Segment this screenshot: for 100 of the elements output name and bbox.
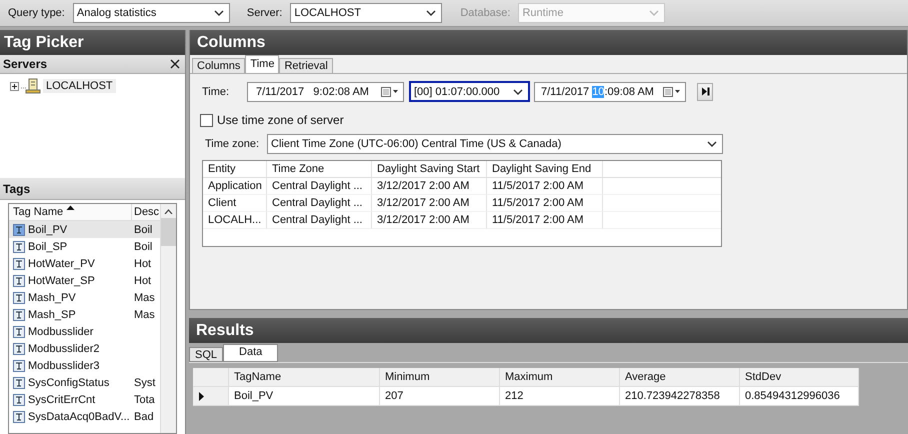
field-label: Time: bbox=[202, 86, 230, 98]
tag-name: SysDataAcq0BadV... bbox=[28, 410, 130, 422]
table-cell: 11/5/2017 2:00 AM bbox=[487, 178, 603, 195]
list-row[interactable]: SysCritErrCnt Tota bbox=[9, 391, 160, 408]
list-row[interactable]: Modbusslider bbox=[9, 323, 160, 340]
list-row[interactable]: Modbusslider3 bbox=[9, 357, 160, 374]
table-cell: Boil_PV bbox=[229, 387, 380, 406]
panel-title: Columns bbox=[190, 30, 907, 55]
table-cell: Central Daylight ... bbox=[267, 178, 372, 195]
list-row[interactable]: Modbusslider2 bbox=[9, 340, 160, 357]
scroll-thumb[interactable] bbox=[161, 218, 176, 246]
field-label: Time zone: bbox=[204, 138, 260, 150]
tag-name: Modbusslider2 bbox=[28, 342, 100, 354]
duration-dropdown[interactable]: [00] 01:07:00.000 bbox=[409, 81, 530, 102]
list-row[interactable]: HotWater_PV Hot bbox=[9, 255, 160, 272]
field-label: Query type: bbox=[8, 7, 65, 19]
table-cell: Central Daylight ... bbox=[267, 212, 372, 229]
table-cell: Application bbox=[203, 178, 267, 195]
tag-description: Boil bbox=[134, 240, 152, 252]
table-cell: 207 bbox=[380, 387, 500, 406]
checkbox[interactable] bbox=[200, 114, 213, 126]
tab[interactable]: Retrieval bbox=[279, 58, 333, 73]
column-header[interactable]: Average bbox=[620, 368, 740, 387]
scrollbar[interactable] bbox=[160, 204, 176, 433]
sort-ascending-icon bbox=[66, 205, 75, 210]
tab[interactable]: Data bbox=[223, 344, 278, 362]
list-row[interactable]: Boil_PV Boil bbox=[9, 221, 160, 238]
scroll-up-icon bbox=[164, 209, 173, 214]
tag-name: Mash_SP bbox=[28, 308, 76, 320]
chevron-down-icon bbox=[426, 10, 436, 16]
skip-to-end-icon bbox=[700, 87, 710, 96]
tag-description: Hot bbox=[134, 258, 152, 270]
tag-name: Modbusslider bbox=[28, 326, 94, 338]
column-header[interactable]: TagName bbox=[229, 368, 380, 387]
chevron-down-icon bbox=[649, 10, 660, 16]
panel-title: Results bbox=[189, 318, 908, 343]
list-row[interactable]: SysDataAcq0BadV... Bad bbox=[9, 408, 160, 425]
list-row[interactable]: Mash_SP Mas bbox=[9, 306, 160, 323]
tab[interactable]: Time bbox=[245, 55, 280, 73]
column-header[interactable]: StdDev bbox=[740, 368, 859, 387]
section-title: Servers bbox=[3, 57, 48, 71]
column-header[interactable]: Minimum bbox=[380, 368, 500, 387]
column-header[interactable]: Daylight Saving End bbox=[487, 161, 603, 178]
chevron-down-icon bbox=[214, 10, 224, 16]
section-title: Tags bbox=[3, 182, 30, 196]
dropdown[interactable]: LOCALHOST bbox=[290, 3, 442, 23]
table-cell: 210.723942278358 bbox=[620, 387, 740, 406]
chevron-down-icon bbox=[707, 141, 717, 147]
tag-description: Mas bbox=[134, 308, 155, 320]
tab[interactable]: SQL bbox=[189, 347, 224, 362]
date-time-picker[interactable]: 7/11/2017 10:09:08 AM bbox=[534, 82, 686, 102]
column-header[interactable]: Daylight Saving Start bbox=[372, 161, 487, 178]
tag-description: Hot bbox=[134, 274, 152, 286]
panel-title: Tag Picker bbox=[0, 30, 185, 55]
dropdown: Runtime bbox=[518, 3, 666, 23]
table-cell: 11/5/2017 2:00 AM bbox=[487, 212, 603, 229]
field-label: Server: bbox=[246, 7, 282, 19]
column-header[interactable]: Entity bbox=[203, 161, 267, 178]
server-icon bbox=[21, 78, 41, 94]
column-header[interactable]: Time Zone bbox=[267, 161, 372, 178]
table-cell: 11/5/2017 2:00 AM bbox=[487, 195, 603, 212]
close-icon[interactable] bbox=[170, 59, 180, 69]
list-row[interactable]: HotWater_SP Hot bbox=[9, 272, 160, 289]
time-zone-dropdown[interactable]: Client Time Zone (UTC-06:00) Central Time (US & Canada) bbox=[267, 134, 723, 154]
date-time-picker[interactable]: 7/11/2017 9:02:08 AM bbox=[247, 82, 404, 102]
list-row[interactable]: Boil_SP Boil bbox=[9, 238, 160, 255]
tag-description: Syst bbox=[134, 376, 156, 388]
chevron-down-icon bbox=[513, 88, 523, 94]
dropdown[interactable]: Analog statistics bbox=[72, 3, 230, 23]
table-cell: 3/12/2017 2:00 AM bbox=[372, 195, 487, 212]
field-label: Database: bbox=[460, 7, 510, 19]
column-header[interactable]: Tag Name bbox=[9, 204, 132, 220]
list-row[interactable]: SysConfigStatus Syst bbox=[9, 374, 160, 391]
column-header[interactable]: Maximum bbox=[500, 368, 620, 387]
tag-name: Mash_PV bbox=[28, 292, 76, 304]
checkbox-label: Use time zone of server bbox=[217, 113, 344, 127]
tag-name: SysCritErrCnt bbox=[28, 394, 96, 406]
tag-name: HotWater_SP bbox=[28, 274, 95, 286]
tab[interactable]: Columns bbox=[192, 58, 246, 73]
tag-description: Mas bbox=[134, 292, 155, 304]
table-cell: 3/12/2017 2:00 AM bbox=[372, 212, 487, 229]
tree-item[interactable]: LOCALHOST bbox=[43, 79, 116, 93]
tag-name: SysConfigStatus bbox=[28, 376, 110, 388]
table-cell: 0.85494312996036 bbox=[740, 387, 859, 406]
table-cell: 212 bbox=[500, 387, 620, 406]
tag-name: HotWater_PV bbox=[28, 258, 95, 270]
tag-name: Boil_SP bbox=[28, 240, 68, 252]
skip-to-end-button[interactable] bbox=[697, 82, 713, 100]
tag-name: Boil_PV bbox=[28, 224, 68, 236]
table-cell: Client bbox=[203, 195, 267, 212]
tag-description: Tota bbox=[134, 394, 155, 406]
tag-description: Boil bbox=[134, 224, 152, 236]
table-cell: 3/12/2017 2:00 AM bbox=[372, 178, 487, 195]
expand-icon[interactable] bbox=[10, 82, 19, 90]
list-row[interactable]: Mash_PV Mas bbox=[9, 289, 160, 306]
table-cell: LOCALH... bbox=[203, 212, 267, 229]
column-header[interactable]: Desc bbox=[132, 204, 160, 220]
tag-name: Modbusslider3 bbox=[28, 360, 100, 372]
tag-description: Bad bbox=[134, 410, 154, 422]
table-cell: Central Daylight ... bbox=[267, 195, 372, 212]
